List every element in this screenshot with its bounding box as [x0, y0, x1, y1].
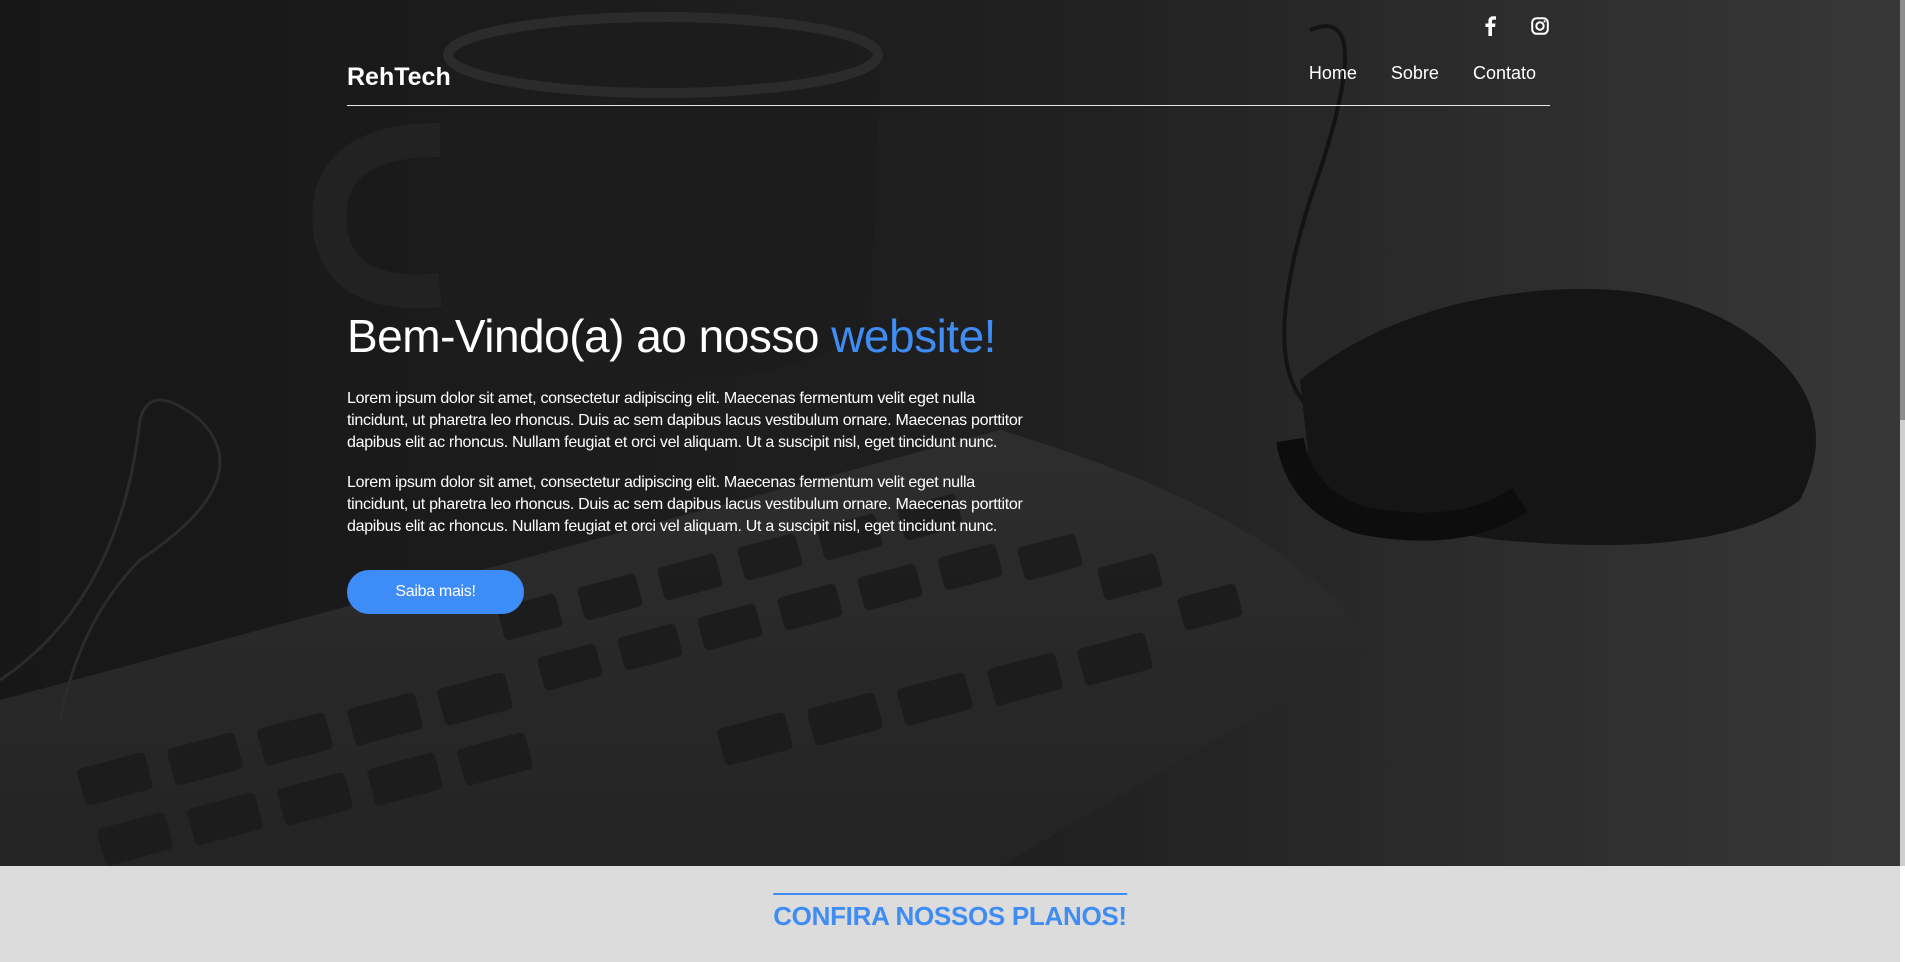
nav-item-home[interactable]: Home: [1309, 63, 1357, 84]
brand-logo[interactable]: RehTech: [347, 63, 451, 92]
instagram-link[interactable]: [1530, 16, 1550, 40]
page-scrollbar[interactable]: [1900, 0, 1905, 866]
nav-item-contato[interactable]: Contato: [1473, 63, 1536, 84]
main-nav: Home Sobre Contato: [1309, 63, 1536, 84]
facebook-icon: [1484, 15, 1496, 41]
plans-section: CONFIRA NOSSOS PLANOS!: [0, 866, 1900, 962]
nav-item-sobre[interactable]: Sobre: [1391, 63, 1439, 84]
plans-title: CONFIRA NOSSOS PLANOS!: [773, 893, 1127, 932]
hero-paragraph-2: Lorem ipsum dolor sit amet, consectetur …: [347, 474, 1023, 535]
hero-paragraph-1: Lorem ipsum dolor sit amet, consectetur …: [347, 390, 1023, 451]
saiba-mais-button[interactable]: Saiba mais!: [347, 570, 524, 614]
scrollbar-thumb[interactable]: [1900, 0, 1905, 420]
facebook-link[interactable]: [1480, 15, 1500, 41]
social-links: [1480, 15, 1550, 41]
site-header: RehTech Home Sobre Contato: [347, 55, 1550, 106]
hero-title-accent: website!: [831, 310, 996, 362]
hero-content: Bem-Vindo(a) ao nosso website! Lorem ips…: [347, 308, 1047, 614]
hero-title-main: Bem-Vindo(a) ao nosso: [347, 310, 832, 362]
hero-title: Bem-Vindo(a) ao nosso website!: [347, 308, 1047, 364]
hero-section: RehTech Home Sobre Contato Bem-Vindo(a) …: [0, 0, 1900, 866]
instagram-icon: [1531, 16, 1549, 40]
right-edge-strip: [1900, 866, 1905, 962]
